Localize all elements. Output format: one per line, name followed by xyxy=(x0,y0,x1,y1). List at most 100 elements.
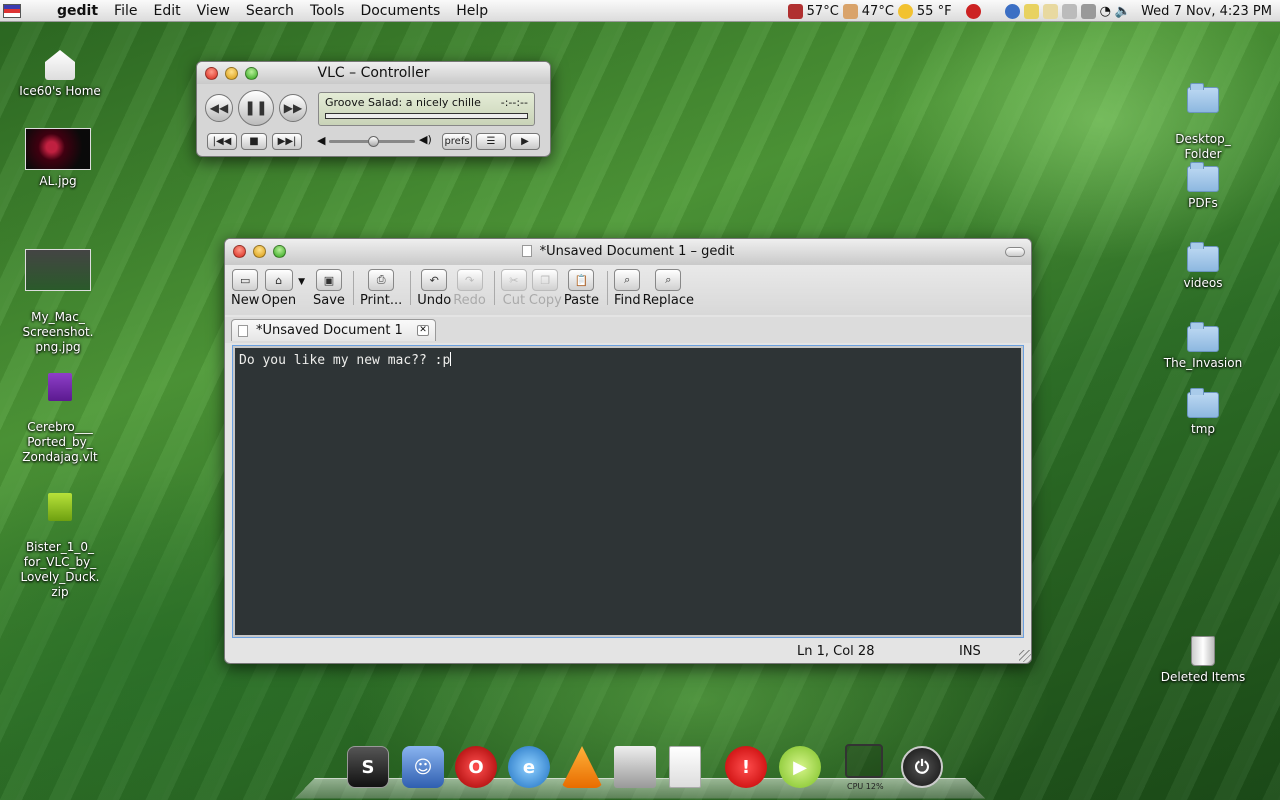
desktop-icon-deleted-items[interactable]: Deleted Items xyxy=(1158,636,1248,685)
redo-button[interactable]: ↷ Redo xyxy=(453,265,486,308)
finder-icon[interactable]: ☺ xyxy=(402,746,444,788)
cpu-temp-icon xyxy=(787,3,803,19)
desktop-icon-cerebro[interactable]: Cerebro___ Ported_by_ Zondajag.vlt xyxy=(15,358,105,480)
minimize-icon[interactable] xyxy=(253,245,266,258)
open-folder-icon: ⌂ xyxy=(264,269,293,291)
opera-tray-icon[interactable] xyxy=(965,3,981,19)
desktop-icon-label: AL.jpg xyxy=(39,174,77,188)
menu-help[interactable]: Help xyxy=(448,0,496,22)
close-icon[interactable] xyxy=(205,67,218,80)
seek-bar[interactable] xyxy=(325,113,528,119)
rewind-icon: ◀◀ xyxy=(209,101,229,115)
minimize-icon[interactable] xyxy=(225,67,238,80)
close-icon[interactable] xyxy=(233,245,246,258)
rewind-button[interactable]: ◀◀ xyxy=(205,94,233,122)
desktop-icon-al-jpg[interactable]: AL.jpg xyxy=(13,128,103,189)
keyboard-layout-flag-icon[interactable] xyxy=(3,3,21,18)
resize-grip-icon[interactable] xyxy=(1019,650,1031,662)
copy-label: Copy xyxy=(528,293,562,308)
tab-unsaved-document-1[interactable]: *Unsaved Document 1 ✕ xyxy=(231,319,436,341)
desktop-icon-bister-zip[interactable]: Bister_1_0_ for_VLC_by_ Lovely_Duck. zip xyxy=(15,478,105,615)
gedit-window: *Unsaved Document 1 – gedit ▭ New ⌂ Open ▼… xyxy=(224,238,1032,664)
browser-icon[interactable]: e xyxy=(508,746,550,788)
clipboard-tray-icon[interactable] xyxy=(1042,3,1058,19)
vlc-titlebar[interactable]: VLC – Controller xyxy=(197,62,550,84)
vlc-controller-window: VLC – Controller ◀◀ ❚❚ ▶▶ Groove Salad: … xyxy=(196,61,551,157)
notes-tray-icon[interactable] xyxy=(1023,3,1039,19)
app-menu[interactable]: gedit xyxy=(49,0,106,22)
previous-button[interactable]: |◀◀ xyxy=(207,133,237,150)
cursor-position: Ln 1, Col 28 xyxy=(797,644,875,659)
menu-documents[interactable]: Documents xyxy=(352,0,448,22)
copy-icon: ❐ xyxy=(532,269,559,291)
clock[interactable]: Wed 7 Nov, 4:23 PM xyxy=(1141,4,1272,19)
window-controls xyxy=(233,245,286,258)
next-button[interactable]: ▶▶| xyxy=(272,133,302,150)
close-tab-icon[interactable]: ✕ xyxy=(417,325,429,336)
play-icon[interactable]: ▶ xyxy=(779,746,821,788)
save-button[interactable]: ▣ Save xyxy=(313,265,345,308)
menu-tools[interactable]: Tools xyxy=(302,0,353,22)
paste-button[interactable]: 📋 Paste xyxy=(564,265,599,308)
find-button[interactable]: ⌕ Find xyxy=(614,265,641,308)
zoom-icon[interactable] xyxy=(245,67,258,80)
folder-icon xyxy=(1187,322,1219,352)
vlc-icon[interactable] xyxy=(561,746,603,788)
desktop-icon-label: My_Mac_ Screenshot. png.jpg xyxy=(22,310,94,354)
video-button[interactable]: ▶ xyxy=(510,133,540,150)
volume-icon[interactable]: 🔈 xyxy=(1115,4,1131,19)
playlist-button[interactable]: ☰ xyxy=(476,133,506,150)
open-recent-dropdown-icon[interactable]: ▼ xyxy=(298,265,305,287)
power-icon[interactable]: ⏻ xyxy=(901,746,943,788)
menu-view[interactable]: View xyxy=(189,0,238,22)
prefs-button[interactable]: prefs xyxy=(442,133,472,150)
fast-forward-icon: ▶▶ xyxy=(283,101,303,115)
cut-button[interactable]: ✂ Cut xyxy=(500,265,527,308)
undo-button[interactable]: ↶ Undo xyxy=(417,265,451,308)
calendar-icon[interactable] xyxy=(614,746,656,788)
print-button[interactable]: ⎙ Print... xyxy=(360,265,402,308)
volume-low-icon: ◀ xyxy=(317,134,326,147)
desktop-icon-the-invasion[interactable]: The_Invasion xyxy=(1158,318,1248,371)
text-editor-icon[interactable] xyxy=(669,746,701,788)
replace-button[interactable]: ⌕ Replace xyxy=(643,265,694,308)
desktop-icon-tmp[interactable]: tmp xyxy=(1158,384,1248,437)
opera-icon[interactable]: O xyxy=(455,746,497,788)
media-play-tray-icon[interactable] xyxy=(1004,3,1020,19)
menu-edit[interactable]: Edit xyxy=(145,0,188,22)
desktop-icon-pdfs[interactable]: PDFs xyxy=(1158,158,1248,211)
alert-icon[interactable]: ! xyxy=(725,746,767,788)
prefs-label: prefs xyxy=(444,136,470,147)
toolbar-toggle-button[interactable] xyxy=(1005,247,1025,257)
desktop-icon-home[interactable]: Ice60's Home xyxy=(15,50,105,99)
pause-button[interactable]: ❚❚ xyxy=(238,90,274,126)
volume-high-icon: ◀) xyxy=(419,133,432,146)
menu-file[interactable]: File xyxy=(106,0,145,22)
text-editor[interactable]: Do you like my new mac?? :p xyxy=(232,345,1024,638)
terminal-icon[interactable]: S xyxy=(347,746,389,788)
desktop-icon-screenshot[interactable]: My_Mac_ Screenshot. png.jpg xyxy=(13,234,103,370)
menu-search[interactable]: Search xyxy=(238,0,302,22)
previous-icon: |◀◀ xyxy=(212,136,232,147)
zip-icon xyxy=(48,493,72,521)
copy-button[interactable]: ❐ Copy xyxy=(529,265,562,308)
volume-slider[interactable] xyxy=(329,136,415,147)
phone-tray-icon[interactable] xyxy=(1080,3,1096,19)
folder-icon xyxy=(1187,242,1219,272)
wifi-icon[interactable]: ◔ xyxy=(1100,4,1111,19)
stop-button[interactable]: ■ xyxy=(241,133,267,150)
image-icon xyxy=(25,249,91,291)
cpu-monitor-icon[interactable]: CPU 12% xyxy=(845,744,884,791)
hand-tray-icon[interactable] xyxy=(1061,3,1077,19)
volume-knob[interactable] xyxy=(368,136,379,147)
new-button[interactable]: ▭ New xyxy=(231,265,259,308)
open-button[interactable]: ⌂ Open xyxy=(261,265,296,308)
zoom-icon[interactable] xyxy=(273,245,286,258)
new-label: New xyxy=(231,293,260,308)
redo-icon: ↷ xyxy=(456,269,483,291)
fast-forward-button[interactable]: ▶▶ xyxy=(279,94,307,122)
desktop-icon-videos[interactable]: videos xyxy=(1158,238,1248,291)
gedit-titlebar[interactable]: *Unsaved Document 1 – gedit xyxy=(225,239,1031,265)
desktop-icon-label: PDFs xyxy=(1188,196,1218,210)
hdd-temp-icon xyxy=(842,3,858,19)
